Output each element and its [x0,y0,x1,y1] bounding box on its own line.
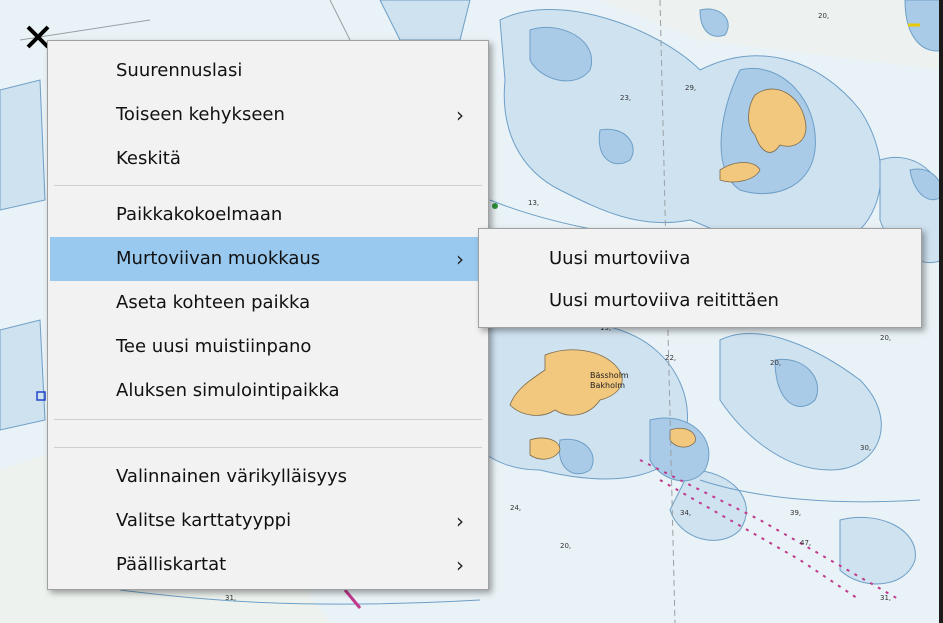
depth-sounding: 20, [880,334,891,342]
depth-sounding: 30, [860,444,871,452]
menu-separator [54,447,482,448]
depth-sounding: 20, [560,542,571,550]
menu-item-label: Tee uusi muistiinpano [116,336,312,357]
menu-item-label: Valitse karttatyyppi [116,510,292,531]
depth-sounding: 20, [770,359,781,367]
menu-item-keskita[interactable]: Keskitä [50,137,486,181]
submenu-murtoviivan-muokkaus: Uusi murtoviiva Uusi murtoviiva reitittä… [478,228,922,328]
depth-sounding: 39, [790,509,801,517]
depth-sounding: 31, [880,594,891,602]
chevron-right-icon: › [456,509,464,533]
menu-item-label: Valinnainen värikylläisyys [116,466,348,487]
menu-item-paikkakokoelmaan[interactable]: Paikkakokoelmaan [50,193,486,237]
depth-sounding: 13, [528,199,539,207]
island-label: Bakholm [590,381,625,390]
depth-sounding: 47, [800,539,811,547]
menu-item-paalliskartat[interactable]: Päälliskartat › [50,543,486,587]
depth-sounding: 34, [680,509,691,517]
menu-item-uusi-murtoviiva[interactable]: Uusi murtoviiva [481,237,919,281]
menu-item-valitse-karttatyyppi[interactable]: Valitse karttatyyppi › [50,499,486,543]
menu-separator [54,185,482,186]
chevron-right-icon: › [456,247,464,271]
menu-item-valinnainen-varikyllaisyys[interactable]: Valinnainen värikylläisyys [50,455,486,499]
depth-sounding: 23, [620,94,631,102]
depth-sounding: 31, [225,594,236,602]
context-menu: Suurennuslasi Toiseen kehykseen › Keskit… [47,40,489,590]
depth-sounding: 22, [665,354,676,362]
menu-item-tee-uusi-muistiinpano[interactable]: Tee uusi muistiinpano [50,325,486,369]
menu-item-label: Uusi murtoviiva reitittäen [549,290,779,311]
menu-item-label: Murtoviivan muokkaus [116,248,321,269]
menu-item-label: Toiseen kehykseen [116,104,285,125]
menu-item-label: Paikkakokoelmaan [116,204,283,225]
depth-sounding: 29, [685,84,696,92]
depth-sounding: 20, [818,12,829,20]
menu-item-label: Päälliskartat [116,554,227,575]
depth-sounding: 24, [510,504,521,512]
menu-item-label: Keskitä [116,148,181,169]
menu-item-aluksen-simulointipaikka[interactable]: Aluksen simulointipaikka [50,369,486,413]
menu-item-label: Suurennuslasi [116,60,243,81]
menu-item-label: Aluksen simulointipaikka [116,380,340,401]
island-label: Bässholm [590,371,629,380]
menu-item-suurennuslasi[interactable]: Suurennuslasi [50,49,486,93]
menu-item-murtoviivan-muokkaus[interactable]: Murtoviivan muokkaus › [50,237,486,281]
menu-item-label: Aseta kohteen paikka [116,292,311,313]
menu-item-label: Uusi murtoviiva [549,248,691,269]
menu-item-toiseen-kehykseen[interactable]: Toiseen kehykseen › [50,93,486,137]
menu-item-aseta-kohteen-paikka[interactable]: Aseta kohteen paikka [50,281,486,325]
chevron-right-icon: › [456,553,464,577]
menu-item-uusi-murtoviiva-reitittaen[interactable]: Uusi murtoviiva reitittäen [481,279,919,323]
menu-separator [54,419,482,420]
chevron-right-icon: › [456,103,464,127]
